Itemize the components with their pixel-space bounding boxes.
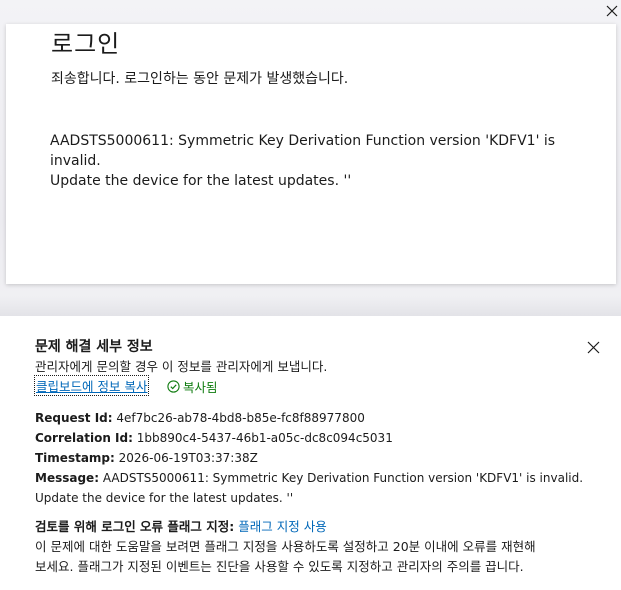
message-value: AADSTS5000611: Symmetric Key Derivation … xyxy=(102,471,584,485)
panel-close-button[interactable] xyxy=(583,337,603,357)
flag-description-line: 보세요. 플래그가 지정된 이벤트는 진단을 사용할 수 있도록 지정하고 관리… xyxy=(35,559,524,574)
error-subtitle: 죄송합니다. 로그인하는 동안 문제가 발생했습니다. xyxy=(51,71,349,87)
message-value-continued: Update the device for the latest updates… xyxy=(35,491,294,505)
copy-to-clipboard-link[interactable]: 클립보드에 정보 복사 xyxy=(33,375,150,396)
window-close-button[interactable] xyxy=(603,2,621,20)
flag-heading-row: 검토를 위해 로그인 오류 플래그 지정: 플래그 지정 사용 xyxy=(35,517,605,537)
correlation-id-label: Correlation Id: xyxy=(35,431,133,445)
enable-flagging-link[interactable]: 플래그 지정 사용 xyxy=(238,519,326,534)
request-id-value: 4ef7bc26-ab78-4bd8-b85e-fc8f88977800 xyxy=(116,411,365,425)
error-message-line: Update the device for the latest updates… xyxy=(50,173,352,189)
flag-description-line: 이 문제에 대한 도움말을 보려면 플래그 지정을 사용하도록 설정하고 20분… xyxy=(35,539,536,554)
error-message: AADSTS5000611: Symmetric Key Derivation … xyxy=(50,131,590,191)
login-title: 로그인 xyxy=(51,30,121,58)
correlation-id-value: 1bb890c4-5437-46b1-a05c-dc8c094c5031 xyxy=(136,431,393,445)
troubleshooting-details: Request Id: 4ef7bc26-ab78-4bd8-b85e-fc8f… xyxy=(35,408,595,508)
flag-errors-section: 검토를 위해 로그인 오류 플래그 지정: 플래그 지정 사용 이 문제에 대한… xyxy=(35,517,605,577)
troubleshooting-description: 관리자에게 문의할 경우 이 정보를 관리자에게 보냅니다. xyxy=(35,359,328,374)
request-id-label: Request Id: xyxy=(35,411,113,425)
close-icon xyxy=(606,5,618,17)
message-row: Message: AADSTS5000611: Symmetric Key De… xyxy=(35,468,595,488)
request-id-row: Request Id: 4ef7bc26-ab78-4bd8-b85e-fc8f… xyxy=(35,408,595,428)
troubleshooting-title: 문제 해결 세부 정보 xyxy=(35,339,153,355)
close-icon xyxy=(587,341,599,353)
copied-label: 복사됨 xyxy=(183,380,218,395)
timestamp-value: 2026-06-19T03:37:38Z xyxy=(118,451,258,465)
error-message-line: AADSTS5000611: Symmetric Key Derivation … xyxy=(50,133,556,169)
message-label: Message: xyxy=(35,471,99,485)
login-error-card: 로그인 죄송합니다. 로그인하는 동안 문제가 발생했습니다. AADSTS50… xyxy=(6,24,616,284)
flag-heading: 검토를 위해 로그인 오류 플래그 지정: xyxy=(35,519,235,534)
message-row-continued: Update the device for the latest updates… xyxy=(35,488,595,508)
correlation-id-row: Correlation Id: 1bb890c4-5437-46b1-a05c-… xyxy=(35,428,595,448)
timestamp-row: Timestamp: 2026-06-19T03:37:38Z xyxy=(35,448,595,468)
timestamp-label: Timestamp: xyxy=(35,451,115,465)
copied-status: 복사됨 xyxy=(167,377,218,396)
check-circle-icon xyxy=(167,380,180,393)
panel-divider xyxy=(0,296,621,316)
